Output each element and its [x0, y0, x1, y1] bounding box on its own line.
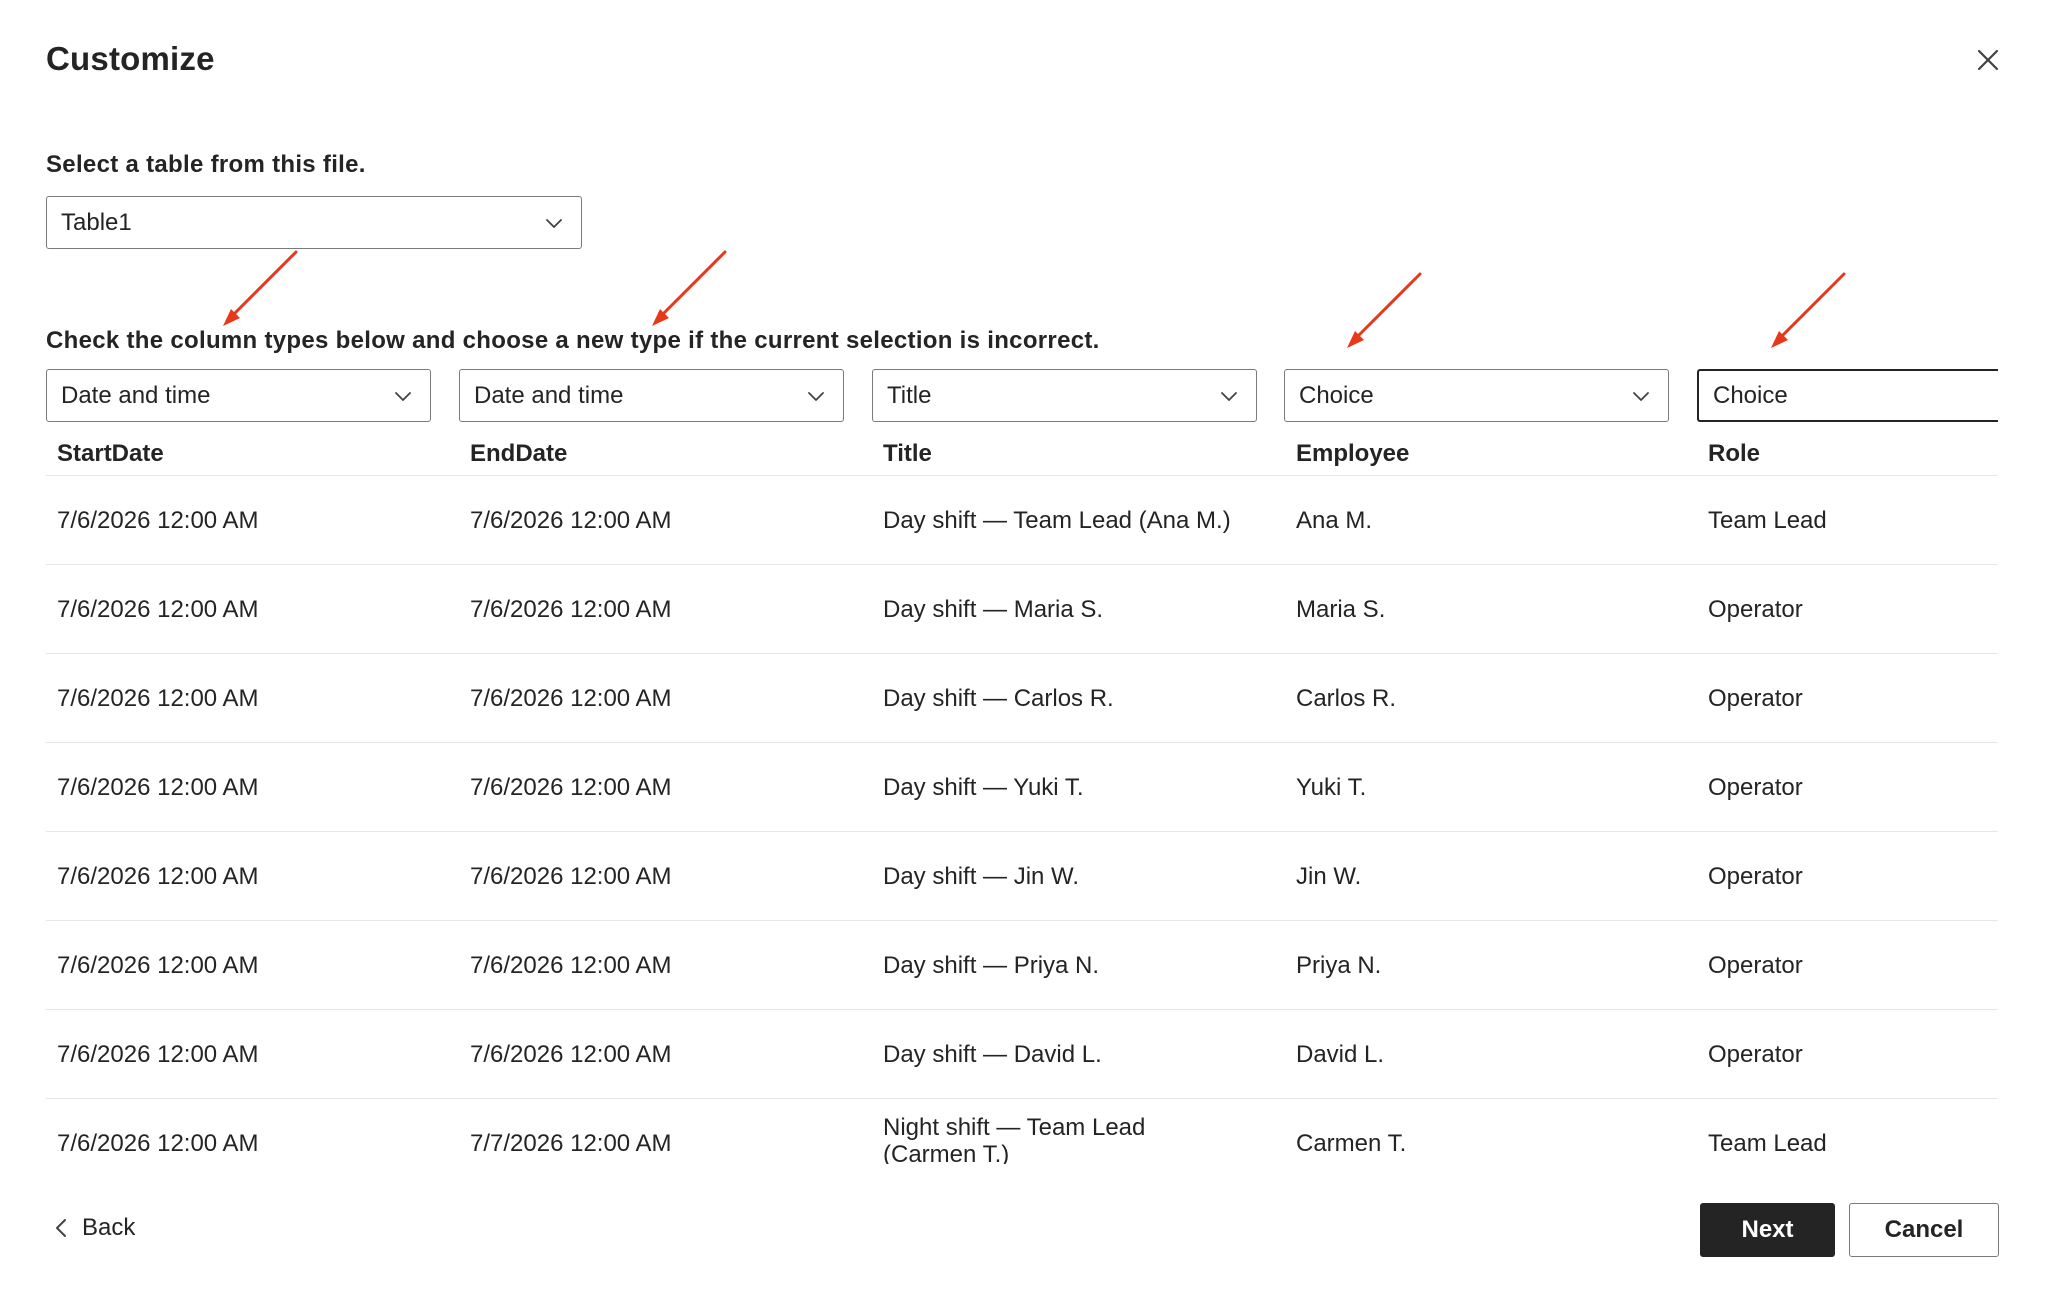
- column-type-dropdown-employee[interactable]: Choice: [1284, 369, 1669, 422]
- cell-role: Operator: [1708, 1040, 1803, 1068]
- cell-startdate: 7/6/2026 12:00 AM: [57, 862, 259, 890]
- column-type-value: Title: [887, 381, 932, 409]
- cell-role: Operator: [1708, 684, 1803, 712]
- column-type-value: Date and time: [474, 381, 624, 409]
- cell-title: Day shift — Jin W.: [883, 862, 1080, 890]
- cell-title: Day shift — David L.: [883, 1040, 1102, 1068]
- preview-table: StartDate EndDate Title Employee Role 7/…: [46, 428, 1998, 1164]
- column-header: EndDate: [470, 440, 568, 467]
- cell-employee: Jin W.: [1296, 862, 1362, 890]
- cell-title: Day shift — Priya N.: [883, 951, 1100, 979]
- column-header: Role: [1708, 440, 1761, 467]
- table-dropdown-value: Table1: [61, 208, 132, 236]
- cell-enddate: 7/6/2026 12:00 AM: [470, 951, 672, 979]
- column-type-dropdown-enddate[interactable]: Date and time: [459, 369, 844, 422]
- cell-startdate: 7/6/2026 12:00 AM: [57, 773, 259, 801]
- table-row: 7/6/2026 12:00 AM 7/7/2026 12:00 AM Nigh…: [46, 1099, 1998, 1164]
- cell-startdate: 7/6/2026 12:00 AM: [57, 951, 259, 979]
- cell-title: Day shift — Yuki T.: [883, 773, 1084, 801]
- cell-employee: Carmen T.: [1296, 1129, 1407, 1157]
- cell-employee: David L.: [1296, 1040, 1385, 1068]
- column-header: StartDate: [57, 440, 164, 467]
- dialog-title: Customize: [46, 40, 215, 77]
- chevron-left-icon: [56, 1219, 66, 1237]
- cell-role: Operator: [1708, 862, 1803, 890]
- cell-enddate: 7/6/2026 12:00 AM: [470, 595, 672, 623]
- cell-startdate: 7/6/2026 12:00 AM: [57, 595, 259, 623]
- table-row: 7/6/2026 12:00 AM 7/6/2026 12:00 AM Day …: [46, 565, 1998, 654]
- cell-employee: Priya N.: [1296, 951, 1382, 979]
- table-header: StartDate EndDate Title Employee Role: [46, 428, 1998, 476]
- cell-startdate: 7/6/2026 12:00 AM: [57, 1040, 259, 1068]
- cell-enddate: 7/6/2026 12:00 AM: [470, 684, 672, 712]
- cell-enddate: 7/6/2026 12:00 AM: [470, 862, 672, 890]
- table-row: 7/6/2026 12:00 AM 7/6/2026 12:00 AM Day …: [46, 654, 1998, 743]
- cell-startdate: 7/6/2026 12:00 AM: [57, 684, 259, 712]
- cell-title: Day shift — Maria S.: [883, 595, 1104, 623]
- chevron-down-icon: [805, 385, 827, 407]
- cancel-button[interactable]: Cancel: [1849, 1203, 1999, 1257]
- column-type-dropdown-role[interactable]: Choice: [1697, 369, 1998, 422]
- cell-enddate: 7/6/2026 12:00 AM: [470, 1040, 672, 1068]
- table-picker-label: Select a table from this file.: [46, 151, 366, 178]
- cell-employee: Yuki T.: [1296, 773, 1367, 801]
- annotation-arrow: [1771, 272, 1846, 348]
- cell-employee: Carlos R.: [1296, 684, 1397, 712]
- annotation-arrow: [652, 250, 727, 326]
- customize-dialog: Customize Select a table from this file.…: [0, 0, 2048, 1314]
- column-type-value: Choice: [1299, 381, 1374, 409]
- close-icon: [1977, 49, 1999, 71]
- table-dropdown[interactable]: Table1: [46, 196, 582, 249]
- column-type-value: Choice: [1713, 381, 1788, 409]
- close-button[interactable]: [1972, 44, 2004, 76]
- cell-title: Day shift — Carlos R.: [883, 684, 1114, 712]
- cell-employee: Ana M.: [1296, 506, 1373, 534]
- chevron-down-icon: [392, 385, 414, 407]
- annotation-arrow: [223, 250, 298, 326]
- cell-role: Team Lead: [1708, 1129, 1827, 1157]
- cell-enddate: 7/7/2026 12:00 AM: [470, 1129, 672, 1157]
- table-row: 7/6/2026 12:00 AM 7/6/2026 12:00 AM Day …: [46, 743, 1998, 832]
- cell-title: Night shift — Team Lead (Carmen T.): [883, 1114, 1146, 1164]
- table-row: 7/6/2026 12:00 AM 7/6/2026 12:00 AM Day …: [46, 921, 1998, 1010]
- chevron-down-icon: [1218, 385, 1240, 407]
- chevron-down-icon: [543, 212, 565, 234]
- cell-startdate: 7/6/2026 12:00 AM: [57, 1129, 259, 1157]
- cell-role: Operator: [1708, 773, 1803, 801]
- next-button[interactable]: Next: [1700, 1203, 1835, 1257]
- cell-enddate: 7/6/2026 12:00 AM: [470, 773, 672, 801]
- table-row: 7/6/2026 12:00 AM 7/6/2026 12:00 AM Day …: [46, 832, 1998, 921]
- column-header: Employee: [1296, 440, 1410, 467]
- cell-role: Team Lead: [1708, 506, 1827, 534]
- chevron-down-icon: [1630, 385, 1652, 407]
- column-type-dropdown-title[interactable]: Title: [872, 369, 1257, 422]
- back-button-label: Back: [82, 1214, 136, 1241]
- annotation-arrow: [1347, 272, 1422, 348]
- cell-title: Day shift — Team Lead (Ana M.): [883, 506, 1231, 534]
- column-type-value: Date and time: [61, 381, 211, 409]
- back-button[interactable]: Back: [52, 1214, 135, 1242]
- cell-employee: Maria S.: [1296, 595, 1386, 623]
- cell-role: Operator: [1708, 951, 1803, 979]
- cell-enddate: 7/6/2026 12:00 AM: [470, 506, 672, 534]
- table-row: 7/6/2026 12:00 AM 7/6/2026 12:00 AM Day …: [46, 476, 1998, 565]
- table-row: 7/6/2026 12:00 AM 7/6/2026 12:00 AM Day …: [46, 1010, 1998, 1099]
- column-types-instruction: Check the column types below and choose …: [46, 327, 1100, 354]
- column-header: Title: [883, 440, 932, 467]
- cell-startdate: 7/6/2026 12:00 AM: [57, 506, 259, 534]
- cell-role: Operator: [1708, 595, 1803, 623]
- column-type-dropdown-startdate[interactable]: Date and time: [46, 369, 431, 422]
